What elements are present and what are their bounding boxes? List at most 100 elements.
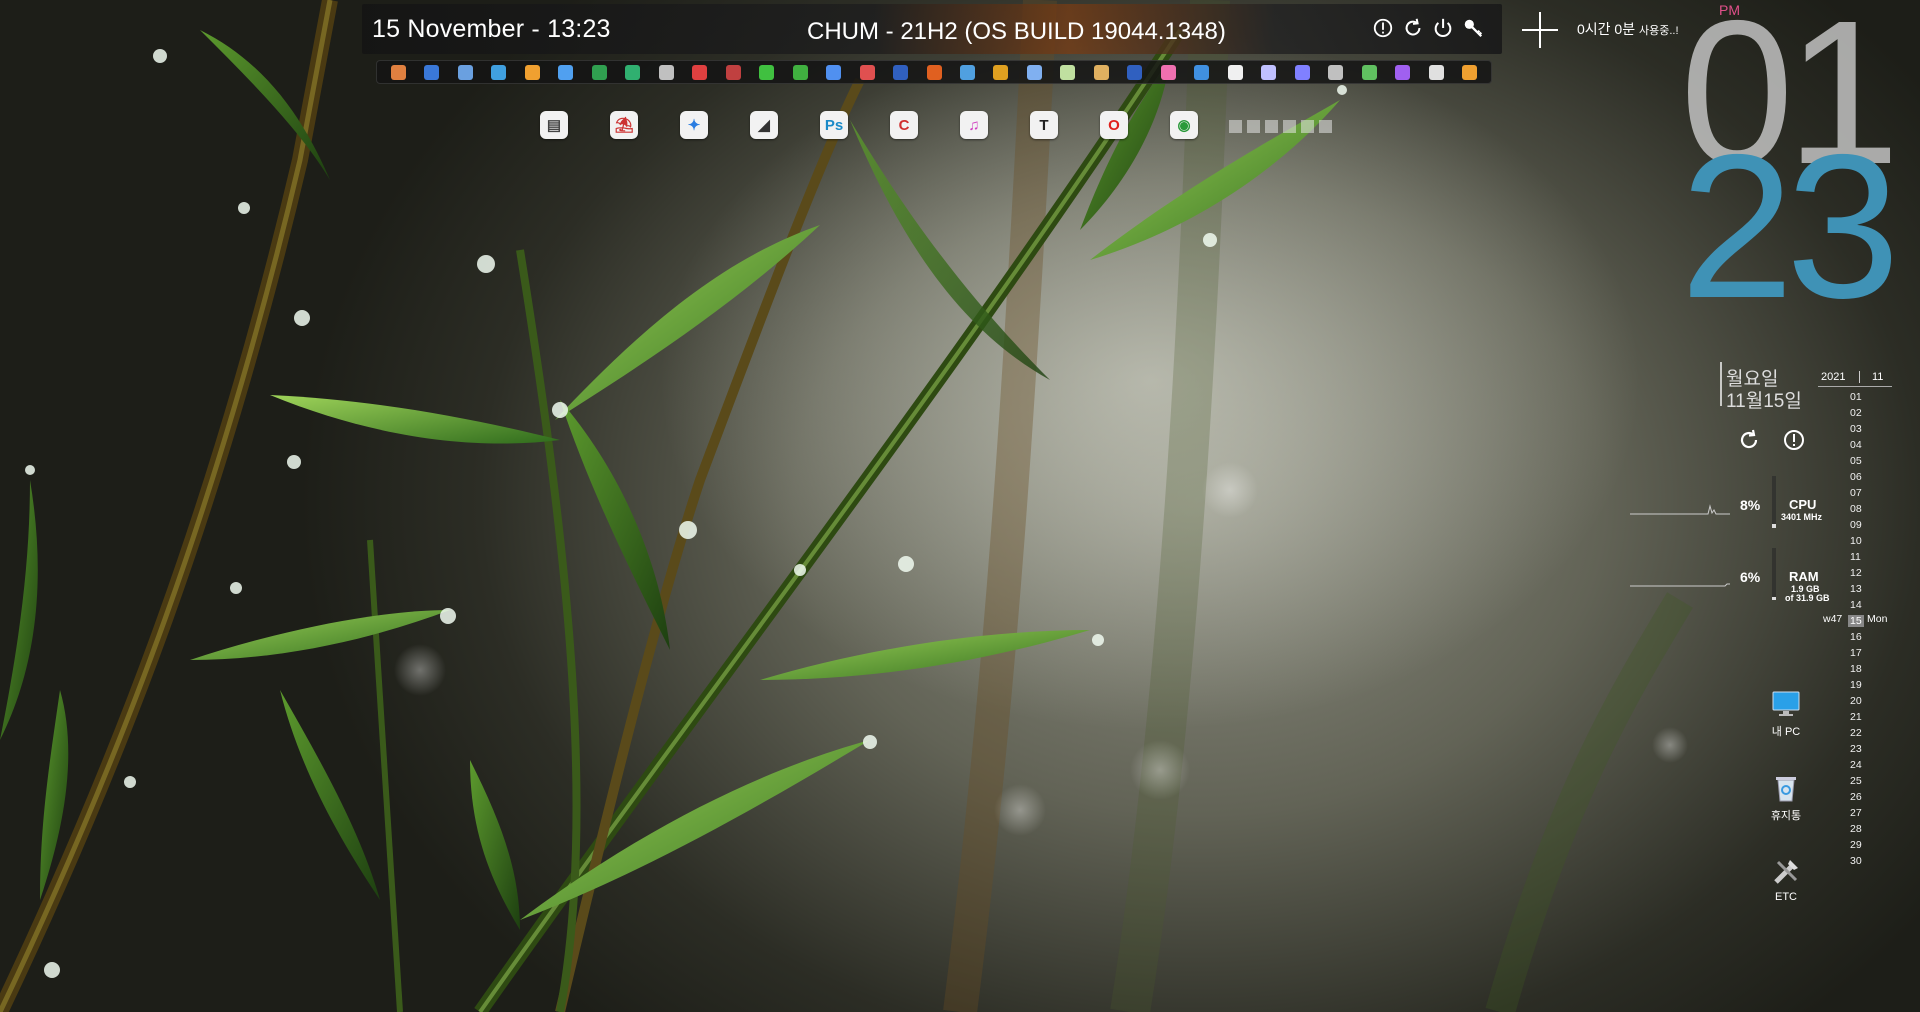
chrome-icon[interactable]: ◉ (1170, 111, 1198, 139)
desktop-icon-etc[interactable]: ETC (1756, 856, 1816, 903)
dock-page-dot[interactable] (1319, 120, 1332, 133)
calendar-day: 22 (1850, 727, 1862, 739)
calendar-day: 09 (1850, 519, 1862, 531)
quick-launch-icon[interactable] (1294, 64, 1310, 80)
calendar-day: 10 (1850, 535, 1862, 547)
quick-launch-icon[interactable] (826, 64, 842, 80)
quick-launch-icon[interactable] (1361, 64, 1377, 80)
quick-launch-icon[interactable] (959, 64, 975, 80)
usage-timer: 0시간 0분 사용중..! (1577, 19, 1679, 39)
quick-launch-icon[interactable] (759, 64, 775, 80)
cpu-meter-fill (1772, 523, 1776, 528)
calendar-month: 11 (1859, 371, 1896, 383)
quick-launch-strip (376, 60, 1492, 84)
quick-launch-icon[interactable] (1060, 64, 1076, 80)
usage-time: 0시간 0분 (1577, 21, 1636, 37)
sail-app-icon[interactable]: ◢ (750, 111, 778, 139)
calendar-today-dow: Mon (1867, 613, 1888, 625)
quick-launch-icon[interactable] (926, 64, 942, 80)
power-icon[interactable] (1432, 17, 1454, 39)
quick-launch-icon[interactable] (859, 64, 875, 80)
calendar-day: 17 (1850, 647, 1862, 659)
cpu-label: CPU (1789, 497, 1817, 512)
calendar-day: 20 (1850, 695, 1862, 707)
opera-icon[interactable]: O (1100, 111, 1128, 139)
cpu-graph (1630, 504, 1730, 515)
wrench-app-icon[interactable]: ✦ (680, 111, 708, 139)
itunes-icon[interactable]: ♫ (960, 111, 988, 139)
quick-launch-icon[interactable] (1093, 64, 1109, 80)
dock-page-dot[interactable] (1247, 120, 1260, 133)
disk-app-icon[interactable]: ▤ (540, 111, 568, 139)
calendar-day: 25 (1850, 775, 1862, 787)
quick-launch-icon[interactable] (625, 64, 641, 80)
date-time-label: 15 November - 13:23 (372, 15, 611, 43)
usage-suffix: 사용중..! (1639, 25, 1679, 37)
calendar-day: 08 (1850, 503, 1862, 515)
quick-launch-icon[interactable] (1462, 64, 1477, 80)
dock-page-dot[interactable] (1229, 120, 1242, 133)
photoshop-icon[interactable]: Ps (820, 111, 848, 139)
dock-page-dot[interactable] (1301, 120, 1314, 133)
quick-launch-icon[interactable] (725, 64, 741, 80)
ram-percent: 6% (1740, 569, 1761, 585)
quick-launch-icon[interactable] (1160, 64, 1176, 80)
widget-refresh-icon[interactable] (1737, 428, 1761, 452)
calendar-day: 15 (1848, 613, 1864, 629)
quick-launch-icon[interactable] (1194, 64, 1210, 80)
calendar-day: 26 (1850, 791, 1862, 803)
calendar-day: 30 (1850, 855, 1862, 867)
calendar-today: 15 (1848, 615, 1864, 627)
quick-launch-icon[interactable] (1261, 64, 1277, 80)
calendar-day: 06 (1850, 471, 1862, 483)
refresh-icon[interactable] (1402, 17, 1424, 39)
quick-launch-icon[interactable] (424, 64, 440, 80)
umbrella-app-icon[interactable]: ⛱ (610, 111, 638, 139)
quick-launch-icon[interactable] (692, 64, 708, 80)
quick-launch-icon[interactable] (591, 64, 607, 80)
ram-label: RAM (1789, 569, 1819, 584)
quick-launch-icon[interactable] (558, 64, 574, 80)
add-icon[interactable] (1520, 10, 1560, 50)
ram-meter-fill (1772, 596, 1776, 600)
clock-minute: 23 (1680, 112, 1900, 341)
recycle-bin-icon (1776, 777, 1796, 802)
key-icon[interactable] (1462, 17, 1484, 39)
quick-launch-icon[interactable] (993, 64, 1009, 80)
cpu-detail: 3401 MHz (1781, 512, 1823, 522)
calendar-day: 19 (1850, 679, 1862, 691)
info-icon[interactable] (1372, 17, 1394, 39)
calendar-week: w47 (1823, 613, 1843, 625)
dock-page-dot[interactable] (1283, 120, 1296, 133)
ram-detail-total: of 31.9 GB (1785, 593, 1830, 603)
tools-icon (1774, 860, 1798, 884)
quick-launch-icon[interactable] (1026, 64, 1042, 80)
calendar-day: 29 (1850, 839, 1862, 851)
quick-launch-icon[interactable] (391, 64, 406, 80)
typora-icon[interactable]: T (1030, 111, 1058, 139)
cpu-percent: 8% (1740, 497, 1761, 513)
quick-launch-icon[interactable] (524, 64, 540, 80)
quick-launch-icon[interactable] (1328, 64, 1344, 80)
dock-page-dot[interactable] (1265, 120, 1278, 133)
quick-launch-icon[interactable] (1227, 64, 1243, 80)
desktop-icon-recycle-bin[interactable]: 휴지통 (1756, 772, 1816, 823)
quick-launch-icon[interactable] (792, 64, 808, 80)
quick-launch-icon[interactable] (491, 64, 507, 80)
calendar-day: 16 (1850, 631, 1862, 643)
calendar-day: 01 (1850, 391, 1862, 403)
quick-launch-icon[interactable] (1127, 64, 1143, 80)
quick-launch-icon[interactable] (457, 64, 473, 80)
quick-launch-icon[interactable] (1428, 64, 1444, 80)
desktop-icon-label: ETC (1775, 891, 1797, 903)
ccleaner-icon[interactable]: C (890, 111, 918, 139)
calendar-divider (1818, 386, 1892, 387)
calendar-day: 05 (1850, 455, 1862, 467)
widget-info-icon[interactable] (1782, 428, 1806, 452)
quick-launch-icon[interactable] (1395, 64, 1411, 80)
calendar-day: 07 (1850, 487, 1862, 499)
desktop-icon-label: 휴지통 (1770, 810, 1802, 822)
quick-launch-icon[interactable] (658, 64, 674, 80)
desktop-icon-my-pc[interactable]: 내 PC (1756, 688, 1816, 739)
quick-launch-icon[interactable] (893, 64, 909, 80)
